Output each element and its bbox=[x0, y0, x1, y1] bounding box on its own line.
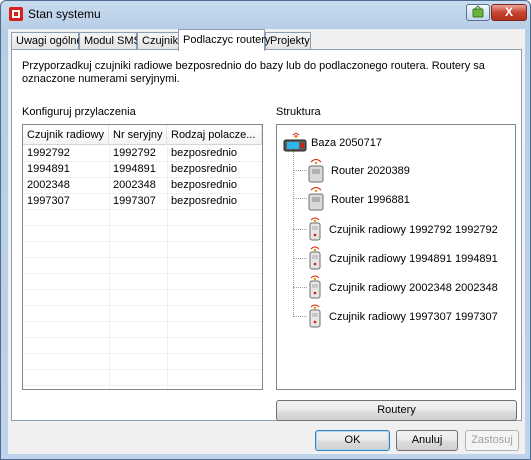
radio-sensor-icon bbox=[309, 275, 321, 299]
router-icon bbox=[308, 159, 324, 183]
cell-serial: 1994891 bbox=[113, 163, 156, 175]
window-title: Stan systemu bbox=[28, 7, 101, 21]
close-button[interactable]: X bbox=[491, 4, 527, 21]
radio-sensor-icon bbox=[309, 246, 321, 270]
tab-label: Projekty bbox=[270, 35, 310, 47]
config-connections-label: Konfiguruj przylaczenia bbox=[22, 106, 136, 118]
tab-label: Modul SMS bbox=[84, 35, 141, 47]
base-station-icon bbox=[283, 133, 307, 152]
tree-connector bbox=[293, 258, 307, 259]
app-icon bbox=[9, 7, 23, 21]
apply-button[interactable]: Zastosuj bbox=[465, 430, 519, 451]
ok-button[interactable]: OK bbox=[315, 430, 390, 451]
dialog-client: Uwagi ogólne Modul SMS Czujnik Podlaczyc… bbox=[8, 29, 525, 454]
tree-node-sensor[interactable]: Czujnik radiowy 1994891 1994891 bbox=[307, 244, 512, 270]
tree-node-router[interactable]: Router 1996881 bbox=[307, 185, 507, 211]
tree-connector bbox=[293, 287, 307, 288]
close-icon: X bbox=[504, 5, 513, 19]
radio-sensor-icon bbox=[309, 304, 321, 328]
tab-sensor[interactable]: Czujnik bbox=[137, 32, 179, 50]
tab-general-notes[interactable]: Uwagi ogólne bbox=[11, 32, 83, 50]
empty-row bbox=[23, 306, 262, 322]
cell-connection: bezposrednio bbox=[171, 195, 238, 207]
empty-row bbox=[23, 210, 262, 226]
cell-sensor: 1997307 bbox=[27, 195, 70, 207]
tree-connector bbox=[293, 316, 307, 317]
table-row[interactable]: 1994891 1994891 bezposrednio bbox=[23, 162, 262, 178]
cell-connection: bezposrednio bbox=[171, 163, 238, 175]
tree-connector bbox=[293, 170, 307, 171]
help-icon bbox=[472, 5, 484, 18]
tree-node-sensor[interactable]: Czujnik radiowy 1992792 1992792 bbox=[307, 215, 512, 241]
structure-label: Struktura bbox=[276, 106, 321, 118]
cell-serial: 1992792 bbox=[113, 147, 156, 159]
tree-label-sensor: Czujnik radiowy 1997307 1997307 bbox=[329, 311, 498, 323]
column-header-serial[interactable]: Nr seryjny bbox=[109, 125, 167, 145]
tree-label-base: Baza 2050717 bbox=[311, 137, 382, 149]
tree-label-router: Router 2020389 bbox=[331, 165, 410, 177]
routers-button[interactable]: Routery bbox=[276, 400, 517, 421]
empty-row bbox=[23, 322, 262, 338]
tree-connector bbox=[293, 198, 307, 199]
table-row[interactable]: 1992792 1992792 bezposrednio bbox=[23, 146, 262, 162]
title-bar: Stan systemu X bbox=[1, 1, 530, 27]
tab-projects[interactable]: Projekty bbox=[265, 32, 311, 50]
empty-row bbox=[23, 338, 262, 354]
tab-connect-routers[interactable]: Podlaczyc routery bbox=[178, 29, 270, 51]
cell-connection: bezposrednio bbox=[171, 147, 238, 159]
empty-row bbox=[23, 290, 262, 306]
app-window: Stan systemu X Uwagi ogólne Modul SMS Cz… bbox=[0, 0, 531, 460]
list-header: Czujnik radiowy Nr seryjny Rodzaj polacz… bbox=[23, 125, 262, 145]
column-header-sensor[interactable]: Czujnik radiowy bbox=[23, 125, 109, 145]
cell-sensor: 1994891 bbox=[27, 163, 70, 175]
empty-row bbox=[23, 242, 262, 258]
tree-node-router[interactable]: Router 2020389 bbox=[307, 157, 507, 183]
cell-sensor: 1992792 bbox=[27, 147, 70, 159]
empty-row bbox=[23, 274, 262, 290]
cell-connection: bezposrednio bbox=[171, 179, 238, 191]
tree-label-sensor: Czujnik radiowy 1994891 1994891 bbox=[329, 253, 498, 265]
tree-node-sensor[interactable]: Czujnik radiowy 2002348 2002348 bbox=[307, 273, 512, 299]
column-header-connection-type[interactable]: Rodzaj polacze... bbox=[167, 125, 262, 145]
cell-serial: 1997307 bbox=[113, 195, 156, 207]
empty-row bbox=[23, 258, 262, 274]
tab-label: Czujnik bbox=[142, 35, 179, 47]
panel-description: Przyporzadkuj czujniki radiowe bezposred… bbox=[22, 60, 485, 85]
cancel-button[interactable]: Anuluj bbox=[396, 430, 458, 451]
tree-connector bbox=[293, 151, 294, 317]
tree-label-sensor: Czujnik radiowy 2002348 2002348 bbox=[329, 282, 498, 294]
empty-row bbox=[23, 354, 262, 370]
structure-tree[interactable]: Baza 2050717 Router 2020389 Router 19968… bbox=[276, 124, 516, 390]
table-row[interactable]: 1997307 1997307 bezposrednio bbox=[23, 194, 262, 210]
tab-label: Uwagi ogólne bbox=[16, 35, 83, 47]
router-icon bbox=[308, 187, 324, 211]
tree-connector bbox=[293, 229, 307, 230]
cell-serial: 2002348 bbox=[113, 179, 156, 191]
tab-sms-module[interactable]: Modul SMS bbox=[79, 32, 141, 50]
empty-row bbox=[23, 370, 262, 386]
tree-node-base[interactable]: Baza 2050717 bbox=[283, 131, 503, 153]
tab-panel-connect-routers: Przyporzadkuj czujniki radiowe bezposred… bbox=[11, 49, 522, 421]
radio-sensor-icon bbox=[309, 217, 321, 241]
tree-label-sensor: Czujnik radiowy 1992792 1992792 bbox=[329, 224, 498, 236]
cell-sensor: 2002348 bbox=[27, 179, 70, 191]
connections-list[interactable]: Czujnik radiowy Nr seryjny Rodzaj polacz… bbox=[22, 124, 263, 390]
tree-label-router: Router 1996881 bbox=[331, 194, 410, 206]
empty-row bbox=[23, 226, 262, 242]
tab-label: Podlaczyc routery bbox=[183, 34, 271, 46]
table-row[interactable]: 2002348 2002348 bezposrednio bbox=[23, 178, 262, 194]
help-button[interactable] bbox=[466, 4, 490, 21]
tree-node-sensor[interactable]: Czujnik radiowy 1997307 1997307 bbox=[307, 302, 512, 328]
